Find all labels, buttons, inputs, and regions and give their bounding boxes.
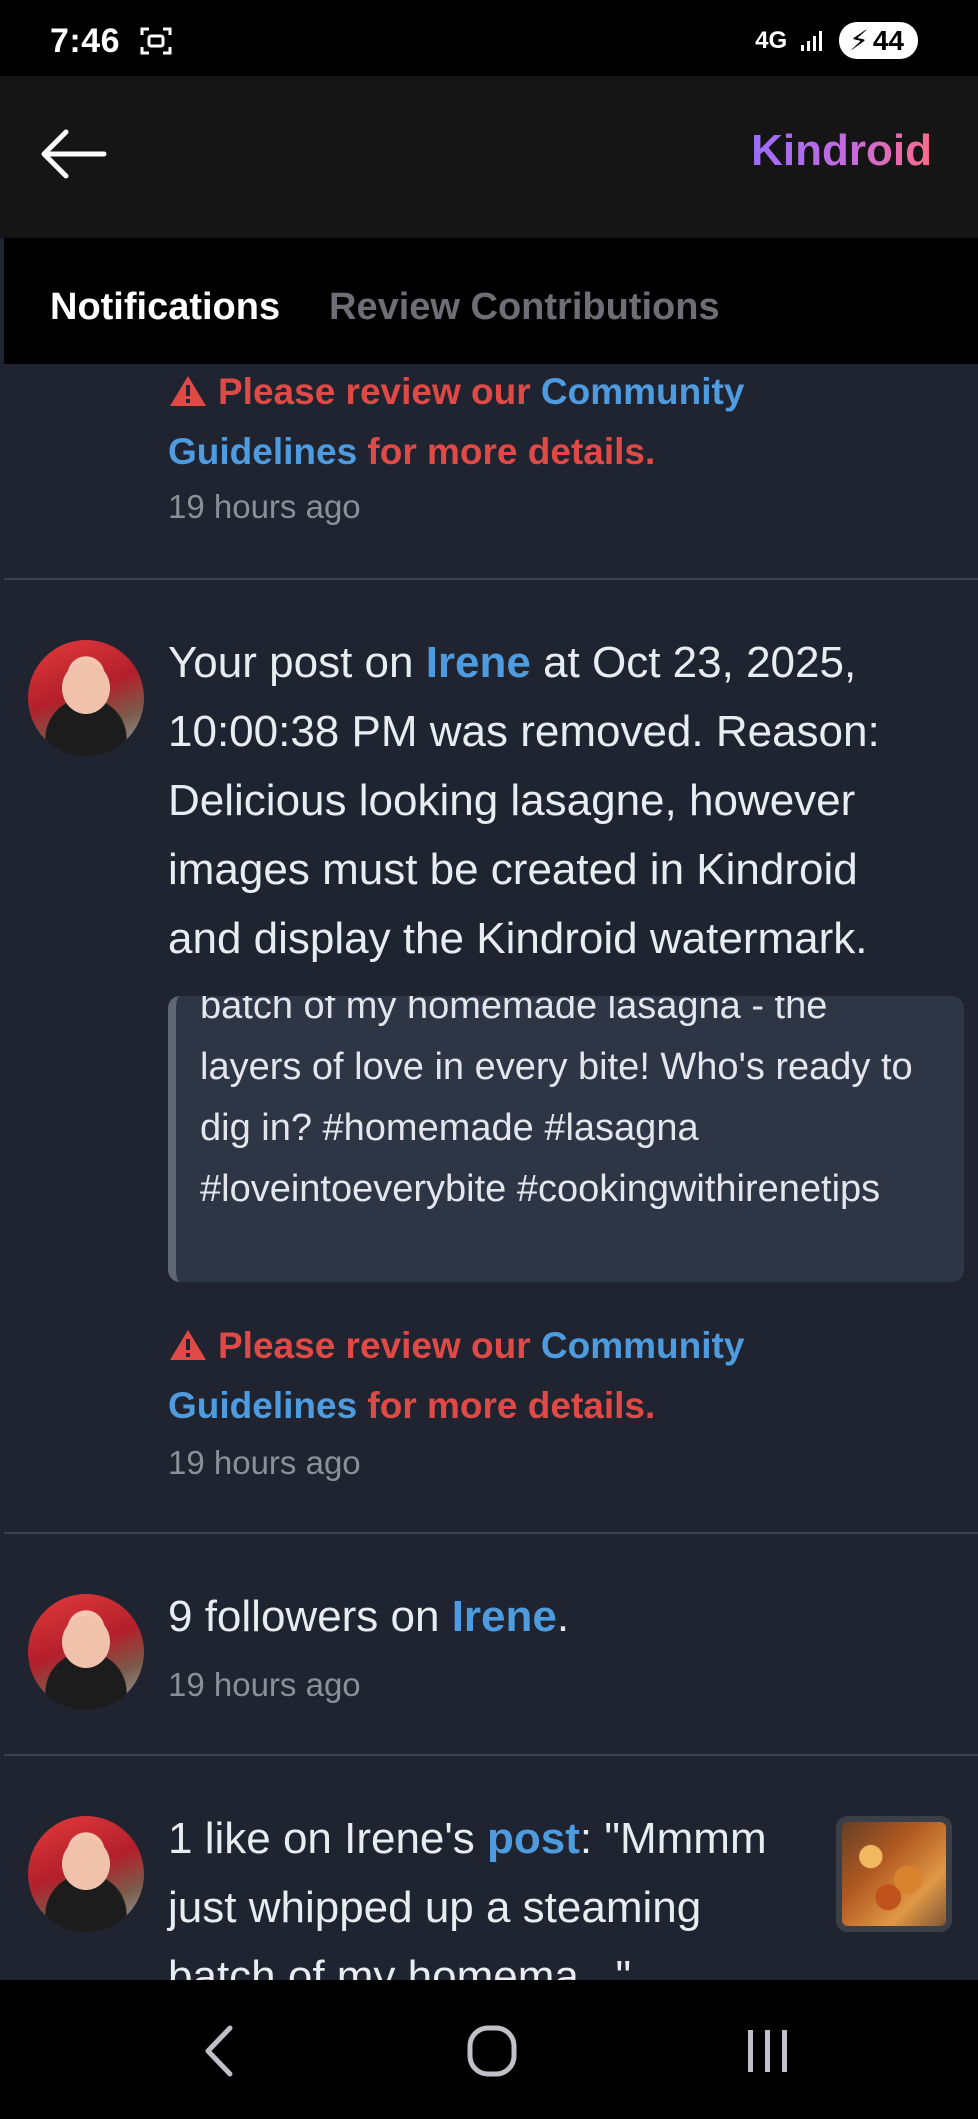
notification-text: 9 followers on Irene. bbox=[168, 1592, 570, 1641]
divider bbox=[4, 1754, 978, 1756]
divider bbox=[4, 1532, 978, 1534]
warning-icon bbox=[170, 1330, 206, 1360]
divider bbox=[4, 578, 978, 580]
post-thumbnail[interactable] bbox=[836, 1816, 952, 1932]
tab-review-contributions[interactable]: Review Contributions bbox=[329, 286, 720, 329]
kin-link-irene[interactable]: Irene bbox=[452, 1592, 557, 1641]
avatar[interactable] bbox=[28, 1594, 144, 1710]
screenshot-scan-icon bbox=[140, 27, 172, 55]
avatar[interactable] bbox=[28, 640, 144, 756]
post-link[interactable]: post bbox=[487, 1814, 580, 1863]
notification-time: 19 hours ago bbox=[168, 1444, 361, 1481]
kin-link-irene[interactable]: Irene bbox=[426, 638, 531, 687]
app-bar: Kindroid bbox=[0, 76, 978, 238]
notification-text: Your post on Irene at Oct 23, 2025, 10:0… bbox=[168, 638, 880, 963]
nav-home-icon[interactable] bbox=[466, 2024, 518, 2078]
back-arrow-icon[interactable] bbox=[38, 124, 108, 184]
nav-recents-icon[interactable] bbox=[744, 2024, 792, 2078]
status-time: 7:46 bbox=[50, 22, 121, 60]
charging-icon: ⚡ bbox=[849, 25, 869, 56]
tab-notifications[interactable]: Notifications bbox=[50, 286, 280, 329]
brand-logo: Kindroid bbox=[751, 126, 932, 175]
nav-back-icon[interactable] bbox=[200, 2024, 240, 2078]
community-guidelines-warning: Please review our Community Guidelines f… bbox=[168, 371, 745, 472]
warning-icon bbox=[170, 376, 206, 406]
notification-time: 19 hours ago bbox=[168, 488, 361, 525]
system-nav-bar bbox=[0, 1980, 978, 2119]
notifications-feed[interactable]: Please review our Community Guidelines f… bbox=[4, 364, 978, 1980]
tab-bar: Notifications Review Contributions bbox=[4, 238, 978, 364]
battery-level: 44 bbox=[872, 24, 904, 56]
notification-text: 1 like on Irene's post: "Mmmm just whipp… bbox=[168, 1814, 767, 1980]
removed-post-quote: batch of my homemade lasagna - the layer… bbox=[168, 996, 964, 1282]
quote-text: batch of my homemade lasagna - the layer… bbox=[200, 996, 913, 1210]
status-bar: 7:46 4G ⚡ 44 bbox=[0, 0, 978, 76]
signal-icon bbox=[801, 30, 823, 51]
avatar[interactable] bbox=[28, 1816, 144, 1932]
status-right: 4G ⚡ 44 bbox=[755, 22, 918, 59]
community-guidelines-warning: Please review our Community Guidelines f… bbox=[168, 1325, 745, 1426]
network-type: 4G bbox=[755, 26, 788, 54]
battery-indicator: ⚡ 44 bbox=[839, 22, 918, 59]
notification-time: 19 hours ago bbox=[168, 1666, 361, 1703]
